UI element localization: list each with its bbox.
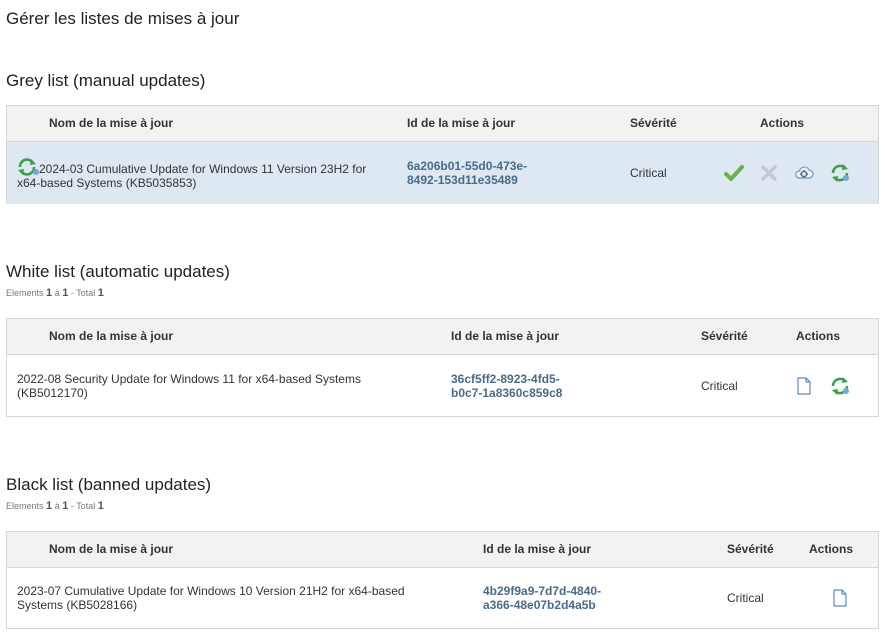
column-header-id[interactable]: Id de la mise à jour [407, 106, 515, 141]
black-list-header: Nom de la mise à jour Id de la mise à jo… [7, 532, 878, 568]
approve-icon[interactable] [724, 163, 744, 183]
document-icon[interactable] [794, 376, 814, 396]
severity-value: Critical [701, 379, 738, 393]
column-header-actions: Actions [809, 542, 854, 556]
update-id: 6a206b01-55d0-473e- 8492-153d11e35489 [407, 159, 528, 187]
table-row[interactable]: 2022-08 Security Update for Windows 11 f… [7, 355, 878, 417]
cloud-settings-icon[interactable] [794, 163, 814, 183]
column-header-actions: Actions [796, 329, 841, 343]
page-title: Gérer les listes de mises à jour [6, 9, 240, 28]
column-header-id[interactable]: Id de la mise à jour [483, 532, 591, 567]
update-id: 4b29f9a9-7d7d-4840- a366-48e07b2d4a5b [483, 584, 602, 612]
refresh-icon[interactable] [830, 163, 850, 183]
black-list-pager: Elements 1 à 1 - Total 1 [6, 500, 104, 512]
update-name: 2024-03 Cumulative Update for Windows 11… [17, 158, 382, 190]
table-row[interactable]: 2024-03 Cumulative Update for Windows 11… [7, 142, 878, 204]
white-list-title: White list (automatic updates) [6, 262, 230, 281]
column-header-severity[interactable]: Sévérité [701, 319, 748, 354]
white-list-header: Nom de la mise à jour Id de la mise à jo… [7, 319, 878, 355]
column-header-severity[interactable]: Sévérité [727, 532, 774, 567]
column-header-name[interactable]: Nom de la mise à jour [49, 319, 173, 354]
column-header-severity[interactable]: Sévérité [630, 106, 677, 141]
grey-list-header: Nom de la mise à jour Id de la mise à jo… [7, 106, 878, 142]
severity-value: Critical [727, 591, 764, 605]
black-list-title: Black list (banned updates) [6, 475, 212, 494]
column-header-actions: Actions [760, 116, 805, 130]
refresh-icon[interactable] [830, 376, 850, 396]
column-header-name[interactable]: Nom de la mise à jour [49, 532, 173, 567]
grey-list-table: Nom de la mise à jour Id de la mise à jo… [6, 105, 879, 204]
reject-icon[interactable] [759, 163, 779, 183]
column-header-name[interactable]: Nom de la mise à jour [49, 106, 173, 141]
update-id: 36cf5ff2-8923-4fd5- b0c7-1a8360c859c8 [451, 372, 563, 400]
table-row[interactable]: 2023-07 Cumulative Update for Windows 10… [7, 568, 878, 629]
column-header-id[interactable]: Id de la mise à jour [451, 319, 559, 354]
grey-list-title: Grey list (manual updates) [6, 71, 206, 90]
update-name: 2023-07 Cumulative Update for Windows 10… [17, 584, 405, 612]
black-list-table: Nom de la mise à jour Id de la mise à jo… [6, 531, 879, 629]
white-list-table: Nom de la mise à jour Id de la mise à jo… [6, 318, 879, 417]
white-list-pager: Elements 1 à 1 - Total 1 [6, 287, 104, 299]
pending-update-icon [17, 158, 39, 176]
severity-value: Critical [630, 166, 667, 180]
update-name: 2022-08 Security Update for Windows 11 f… [17, 372, 361, 400]
document-icon[interactable] [830, 588, 850, 608]
